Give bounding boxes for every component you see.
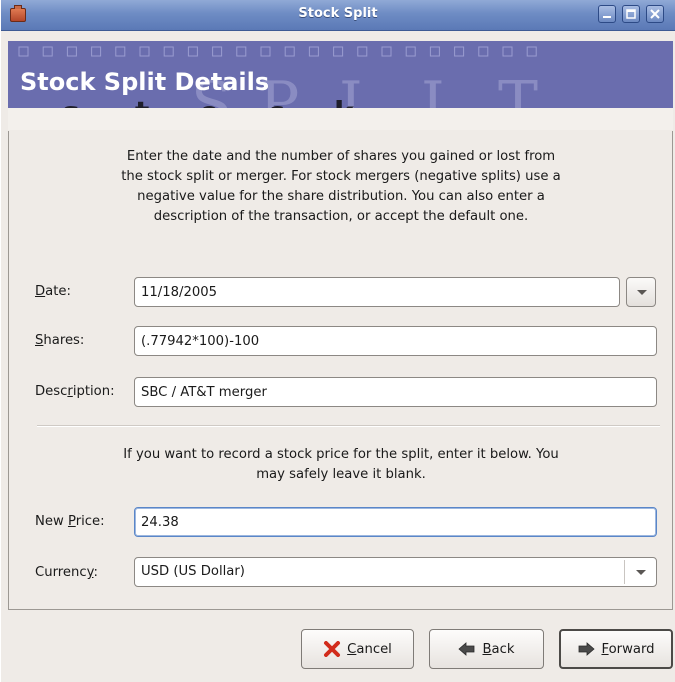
forward-label: Forward	[601, 641, 655, 657]
intro-text: Enter the date and the number of shares …	[121, 149, 561, 224]
banner-square	[66, 46, 77, 57]
forward-button[interactable]: Forward	[559, 629, 673, 669]
maximize-button[interactable]	[622, 5, 640, 23]
cancel-x-icon	[323, 641, 341, 657]
banner-square	[502, 46, 513, 57]
back-button[interactable]: Back	[429, 629, 544, 669]
date-label: Date:	[35, 284, 71, 299]
banner-square	[478, 46, 489, 57]
price-info-text: If you want to record a stock price for …	[123, 447, 559, 482]
description-input[interactable]	[134, 377, 657, 407]
banner-square	[18, 46, 29, 57]
combo-divider	[624, 560, 625, 584]
banner-squares-decoration	[18, 46, 537, 57]
description-label: Description:	[35, 384, 115, 399]
banner-square	[405, 46, 416, 57]
banner-square	[260, 46, 271, 57]
currency-value: USD (US Dollar)	[141, 564, 245, 579]
section-separator	[37, 425, 660, 427]
chevron-down-icon	[636, 570, 646, 575]
banner-square	[284, 46, 295, 57]
cancel-button[interactable]: Cancel	[301, 629, 414, 669]
new-price-input[interactable]	[134, 507, 657, 537]
banner-square	[308, 46, 319, 57]
close-button[interactable]	[646, 5, 664, 23]
back-label: Back	[482, 641, 515, 657]
back-arrow-icon	[458, 641, 476, 657]
banner-square	[357, 46, 368, 57]
banner-square	[526, 46, 537, 57]
banner-square	[42, 46, 53, 57]
banner-square	[139, 46, 150, 57]
banner-square	[187, 46, 198, 57]
minimize-icon	[603, 16, 611, 18]
stock-split-window: Stock Split S P L I T s t o c k Stock Sp…	[1, 0, 675, 682]
banner-square	[454, 46, 465, 57]
cancel-label: Cancel	[347, 641, 392, 657]
banner-square	[429, 46, 440, 57]
banner-square	[212, 46, 223, 57]
banner-square	[163, 46, 174, 57]
minimize-button[interactable]	[598, 5, 616, 23]
window-title: Stock Split	[298, 6, 378, 21]
page-title: Stock Split Details	[20, 68, 270, 96]
banner-square	[91, 46, 102, 57]
banner-strip	[8, 108, 673, 130]
banner-square	[236, 46, 247, 57]
banner-square	[381, 46, 392, 57]
banner-square	[115, 46, 126, 57]
currency-label: Currency:	[35, 565, 98, 580]
date-input[interactable]	[134, 277, 620, 307]
maximize-icon	[626, 9, 636, 19]
shares-input[interactable]	[134, 326, 657, 356]
date-picker-button[interactable]	[626, 277, 656, 307]
forward-arrow-icon	[577, 641, 596, 657]
title-bar[interactable]: Stock Split	[1, 0, 675, 31]
chevron-down-icon	[637, 290, 647, 295]
banner-square	[333, 46, 344, 57]
shares-label: Shares:	[35, 333, 85, 348]
close-icon	[650, 9, 660, 19]
new-price-label: New Price:	[35, 514, 105, 529]
currency-combo[interactable]: USD (US Dollar)	[134, 557, 657, 587]
